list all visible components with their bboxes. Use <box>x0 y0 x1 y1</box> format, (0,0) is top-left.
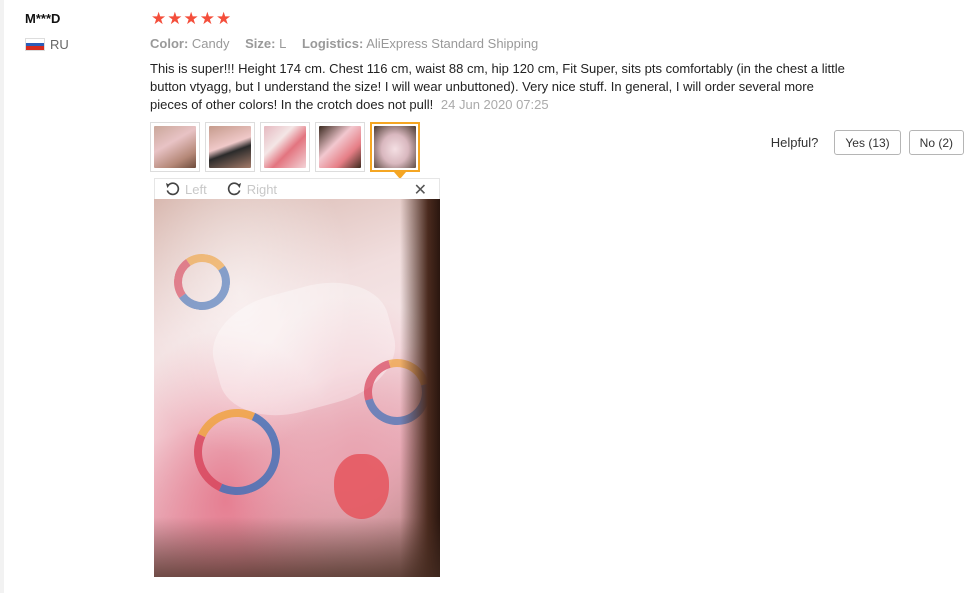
photo-thumbnail-image <box>154 126 196 168</box>
star-icon: ★ <box>199 9 215 28</box>
review-date: 24 Jun 2020 07:25 <box>440 97 549 112</box>
star-icon: ★ <box>216 9 232 28</box>
review-photo-thumbnail-2[interactable] <box>205 122 255 172</box>
logistics-label: Logistics: <box>301 36 364 51</box>
photo-thumbnail-image <box>209 126 251 168</box>
star-rating: ★ ★ ★ ★ ★ <box>151 9 231 29</box>
reviewer-name: M***D <box>25 11 61 26</box>
helpful-yes-button[interactable]: Yes (13) <box>834 130 901 155</box>
review-body: This is super!!! Height 174 cm. Chest 11… <box>150 60 850 114</box>
rotate-right-label: Right <box>246 181 278 197</box>
rotate-left-button[interactable]: Left <box>165 182 207 197</box>
star-icon: ★ <box>151 9 167 28</box>
review-photo-thumbnail-3[interactable] <box>260 122 310 172</box>
reviewer-country: RU <box>25 37 69 52</box>
photo-viewer-toolbar: Left Right ✕ <box>154 178 440 199</box>
review-photo-thumbnail-1[interactable] <box>150 122 200 172</box>
review-photo-thumbnails <box>150 122 420 172</box>
photo-viewer: Left Right ✕ <box>154 178 440 577</box>
color-label: Color: <box>150 36 189 51</box>
photo-thumbnail-image <box>264 126 306 168</box>
close-icon[interactable]: ✕ <box>414 180 427 200</box>
rotate-left-icon <box>165 181 180 195</box>
russia-flag-icon <box>25 38 45 51</box>
photo-thumbnail-image <box>319 126 361 168</box>
logistics-value: AliExpress Standard Shipping <box>366 36 539 51</box>
star-icon: ★ <box>183 9 199 28</box>
helpful-label: Helpful? <box>770 135 819 150</box>
helpful-vote: Helpful? Yes (13) No (2) <box>771 130 964 155</box>
star-icon: ★ <box>167 9 183 28</box>
country-code: RU <box>50 37 69 52</box>
rotate-left-label: Left <box>185 181 207 197</box>
size-label: Size: <box>245 36 276 51</box>
rotate-right-button[interactable]: Right <box>227 182 277 197</box>
review-photo-thumbnail-5[interactable] <box>370 122 420 172</box>
review-card: M***D RU ★ ★ ★ ★ ★ Color: Candy Size: L … <box>4 0 976 593</box>
order-attributes: Color: Candy Size: L Logistics: AliExpre… <box>150 36 538 51</box>
color-value: Candy <box>191 36 230 51</box>
review-photo-thumbnail-4[interactable] <box>315 122 365 172</box>
review-photo-large <box>154 199 440 577</box>
size-value: L <box>279 36 287 51</box>
photo-thumbnail-image <box>374 126 416 168</box>
helpful-no-button[interactable]: No (2) <box>908 130 964 155</box>
rotate-right-icon <box>227 181 241 195</box>
